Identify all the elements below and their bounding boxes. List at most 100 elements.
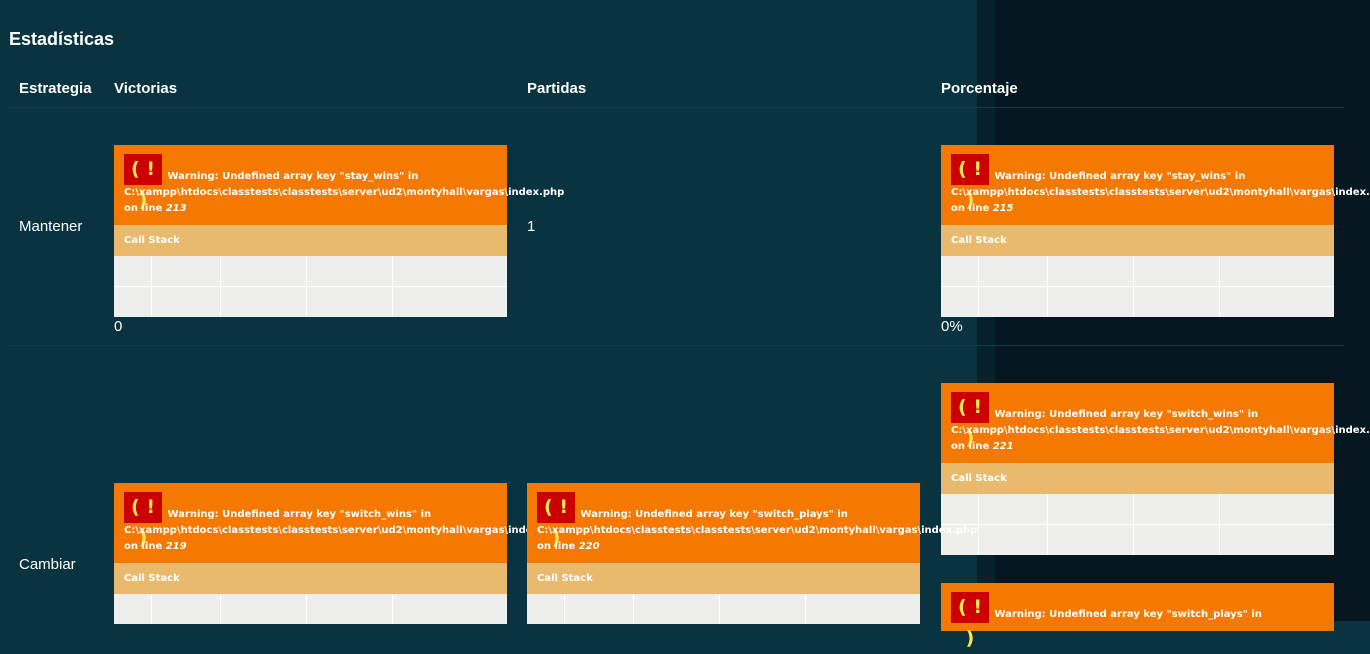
row-mantener-victorias: 0: [114, 318, 123, 335]
warning-line-number: 220: [578, 541, 600, 552]
stack-cell: {main}( ): [307, 287, 393, 317]
row-mantener-strategy: Mantener: [19, 218, 83, 235]
row-mantener-partidas: 1: [527, 218, 536, 235]
warning-on-line: on line: [124, 541, 163, 552]
stack-col-time: Time: [979, 256, 1048, 286]
stack-col-time: Time: [979, 494, 1048, 524]
stack-col-location: Location: [403, 604, 442, 614]
warning-path: C:\xampp\htdocs\classtests\classtests\se…: [951, 425, 1370, 436]
stack-cell: 0.0023: [152, 287, 221, 317]
row-mantener-porcentaje: 0%: [941, 318, 963, 335]
row-cambiar-strategy: Cambiar: [19, 556, 76, 573]
warning-switch-wins-221: ( ! ) Warning: Undefined array key "swit…: [941, 383, 1370, 555]
stack-cell: 1: [114, 287, 152, 317]
stack-col-number: #: [527, 594, 565, 624]
warning-line-number: 215: [992, 203, 1014, 214]
stack-col-time: Time: [152, 594, 221, 624]
warning-switch-wins-219: ( ! ) Warning: Undefined array key "swit…: [114, 483, 564, 624]
header-estrategia: Estrategia: [19, 80, 92, 97]
call-stack-header-row: # Time Memory Function Location: [941, 494, 1334, 524]
stack-cell: {main}( ): [1134, 525, 1220, 555]
warning-line-number: 213: [165, 203, 187, 214]
stack-cell: 0.0023: [979, 525, 1048, 555]
warning-header: ( ! ) Warning: Undefined array key "swit…: [114, 483, 564, 563]
warning-icon: ( ! ): [951, 592, 989, 649]
warning-on-line: on line: [124, 203, 163, 214]
warning-icon: ( ! ): [124, 492, 162, 549]
stack-col-location: Location: [1230, 504, 1269, 514]
stack-cell: 360128: [1048, 287, 1134, 317]
warning-line-number: 221: [992, 441, 1014, 452]
warning-on-line: on line: [951, 203, 990, 214]
warning-header: ( ! ) Warning: Undefined array key "stay…: [114, 145, 564, 225]
call-stack-header-row: # Time Memory Function Location: [941, 256, 1334, 286]
header-victorias: Victorias: [114, 80, 178, 97]
warning-switch-plays-partial: ( ! ) Warning: Undefined array key "swit…: [941, 583, 1334, 649]
call-stack-header: Call Stack: [114, 563, 507, 594]
warning-path: C:\xampp\htdocs\classtests\classtests\se…: [124, 525, 565, 536]
stack-col-number: #: [941, 494, 979, 524]
call-stack-table: # Time Memory Function Location 1 0.0023…: [941, 494, 1334, 555]
warning-path: C:\xampp\htdocs\classtests\classtests\se…: [124, 187, 565, 198]
call-stack-header-row: # Time Memory Function Location: [527, 594, 920, 624]
warning-header: ( ! ) Warning: Undefined array key "swit…: [941, 383, 1370, 463]
stack-col-function: Function: [307, 256, 393, 286]
warning-path: C:\xampp\htdocs\classtests\classtests\se…: [951, 187, 1370, 198]
call-stack-table: # Time Memory Function Location: [114, 594, 507, 624]
stack-col-number: #: [114, 594, 152, 624]
stack-col-location: Location: [1230, 266, 1269, 276]
call-stack-row: 1 0.0023 360128 {main}( ) ...\index.php:…: [941, 524, 1334, 555]
call-stack-table: # Time Memory Function Location 1 0.0023…: [114, 256, 507, 317]
stack-cell: 360128: [1048, 525, 1134, 555]
stack-cell: ...\index.php:0: [403, 297, 468, 307]
call-stack-header: Call Stack: [941, 463, 1334, 494]
stack-cell: ...\index.php:0: [1230, 535, 1295, 545]
call-stack-header: Call Stack: [941, 225, 1334, 256]
call-stack-table: # Time Memory Function Location: [527, 594, 920, 624]
warning-on-line: on line: [951, 441, 990, 452]
stack-col-memory: Memory: [221, 256, 307, 286]
stack-col-time: Time: [565, 594, 634, 624]
warning-header: ( ! ) Warning: Undefined array key "stay…: [941, 145, 1370, 225]
call-stack-header-row: # Time Memory Function Location: [114, 594, 507, 624]
stack-cell: 360128: [221, 287, 307, 317]
stack-col-function: Function: [720, 594, 806, 624]
warning-path: C:\xampp\htdocs\classtests\classtests\se…: [537, 525, 978, 536]
page-title: Estadísticas: [9, 29, 115, 49]
page: Estadísticas Estrategia Victorias Partid…: [0, 0, 1370, 649]
warning-message: Warning: Undefined array key "switch_win…: [994, 409, 1259, 420]
stack-col-memory: Memory: [221, 594, 307, 624]
warning-icon: ( ! ): [951, 392, 989, 449]
warning-icon: ( ! ): [124, 154, 162, 211]
call-stack-row: 1 0.0023 360128 {main}( ) ...\index.php:…: [114, 286, 507, 317]
warning-message: Warning: Undefined array key "switch_win…: [167, 509, 432, 520]
stack-cell: 0.0023: [979, 287, 1048, 317]
header-partidas: Partidas: [527, 80, 587, 97]
row-divider: [8, 345, 1344, 346]
stack-col-number: #: [941, 256, 979, 286]
stack-col-number: #: [114, 256, 152, 286]
stack-col-function: Function: [1134, 494, 1220, 524]
warning-switch-plays-220: ( ! ) Warning: Undefined array key "swit…: [527, 483, 977, 624]
call-stack-header: Call Stack: [114, 225, 507, 256]
stack-cell: 1: [941, 287, 979, 317]
stack-col-memory: Memory: [1048, 256, 1134, 286]
stack-col-location: Location: [403, 266, 442, 276]
warning-stay-wins-213: ( ! ) Warning: Undefined array key "stay…: [114, 145, 564, 317]
warning-message: Warning: Undefined array key "switch_pla…: [580, 509, 848, 520]
call-stack-header-row: # Time Memory Function Location: [114, 256, 507, 286]
stack-cell: {main}( ): [1134, 287, 1220, 317]
stack-cell: ...\index.php:0: [1230, 297, 1295, 307]
stack-col-memory: Memory: [634, 594, 720, 624]
header-porcentaje: Porcentaje: [941, 80, 1018, 97]
warning-icon: ( ! ): [951, 154, 989, 211]
call-stack-table: # Time Memory Function Location 1 0.0023…: [941, 256, 1334, 317]
warning-message: Warning: Undefined array key "switch_pla…: [994, 609, 1262, 620]
warning-on-line: on line: [537, 541, 576, 552]
warning-header: ( ! ) Warning: Undefined array key "swit…: [941, 583, 1334, 649]
warning-message: Warning: Undefined array key "stay_wins"…: [994, 171, 1246, 182]
header-divider: [8, 107, 1344, 108]
warning-header: ( ! ) Warning: Undefined array key "swit…: [527, 483, 977, 563]
stack-col-function: Function: [307, 594, 393, 624]
warning-icon: ( ! ): [537, 492, 575, 549]
